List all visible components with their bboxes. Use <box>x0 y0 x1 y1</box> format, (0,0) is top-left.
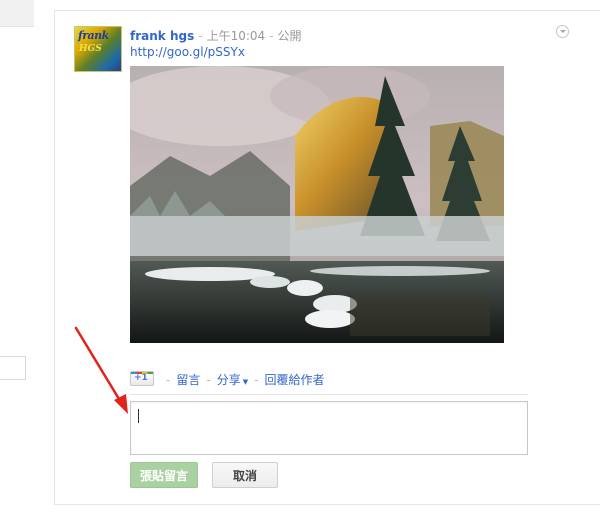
action-separator: - <box>206 373 211 387</box>
author-name[interactable]: frank hgs <box>130 29 194 43</box>
post-image[interactable] <box>130 66 504 343</box>
cancel-button[interactable]: 取消 <box>212 462 278 488</box>
avatar-text-2: HGS <box>79 44 102 54</box>
text-cursor <box>138 409 139 423</box>
post-meta: frank hgs - 上午10:04- 公開 <box>130 27 302 44</box>
chevron-down-circle-icon[interactable] <box>556 25 569 38</box>
landscape-photo <box>130 66 504 343</box>
action-separator: - <box>166 373 171 387</box>
comment-input[interactable] <box>130 401 528 455</box>
divider <box>130 394 528 395</box>
share-label: 分享 <box>216 373 241 387</box>
plus-one-label: +1 <box>134 373 148 383</box>
left-panel-input[interactable] <box>0 356 26 380</box>
action-separator: - <box>254 373 259 387</box>
post-visibility[interactable]: 公開 <box>278 29 302 43</box>
reply-author-link[interactable]: 回覆給作者 <box>264 373 324 387</box>
avatar[interactable]: frank HGS <box>74 26 122 72</box>
avatar-text-1: frank <box>78 29 109 42</box>
red-arrow-icon <box>74 326 128 414</box>
caret-down-icon: ▼ <box>242 378 249 386</box>
left-panel-header <box>0 0 34 27</box>
share-link[interactable]: 分享 ▼ <box>217 373 248 387</box>
post-link[interactable]: http://goo.gl/pSSYx <box>130 45 245 59</box>
meta-separator: - <box>269 29 274 43</box>
post-actions: +1- 留言 - 分享 ▼ - 回覆給作者 <box>130 371 324 388</box>
comment-link[interactable]: 留言 <box>176 373 200 387</box>
post-comment-button[interactable]: 張貼留言 <box>130 462 198 488</box>
post-time[interactable]: 上午10:04 <box>207 29 266 43</box>
meta-separator: - <box>198 29 203 43</box>
